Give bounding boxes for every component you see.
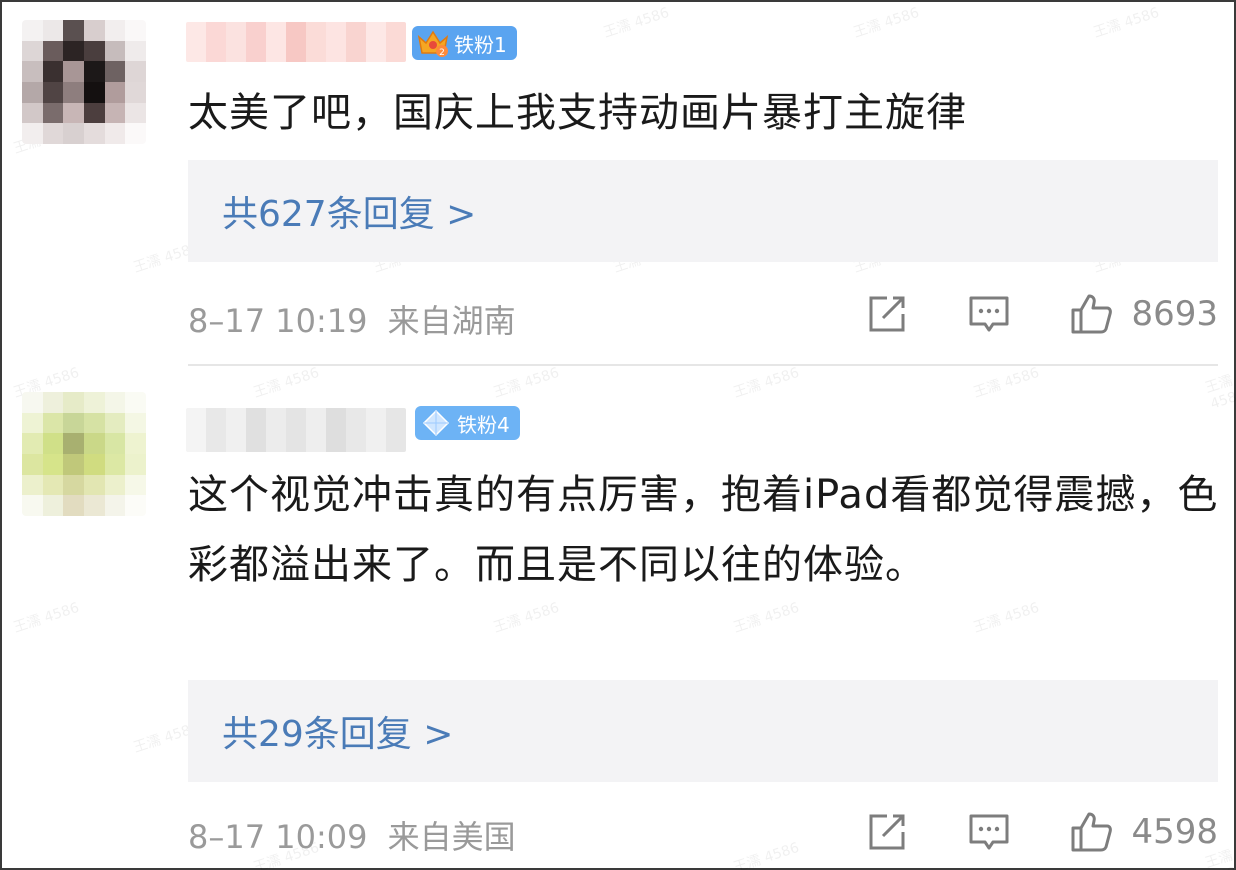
action-bar: 8693 bbox=[865, 292, 1218, 336]
comment-location: 来自湖南 bbox=[387, 302, 516, 340]
replies-link[interactable]: 共29条回复 > bbox=[188, 680, 1218, 782]
comment-text: 太美了吧，国庆上我支持动画片暴打主旋律 bbox=[188, 90, 967, 136]
action-bar: 4598 bbox=[865, 810, 1218, 854]
thumbs-up-icon[interactable] bbox=[1069, 292, 1113, 336]
comment-icon[interactable] bbox=[967, 810, 1011, 854]
svg-text:2: 2 bbox=[439, 48, 445, 58]
comment-time: 8–17 10:09 bbox=[188, 818, 368, 856]
diamond-icon bbox=[419, 408, 453, 438]
comment-time: 8–17 10:19 bbox=[188, 302, 368, 340]
fan-badge[interactable]: 2 铁粉1 bbox=[412, 26, 517, 60]
comment-item: 2 铁粉1 太美了吧，国庆上我支持动画片暴打主旋律 共627条回复 > 8–17… bbox=[2, 2, 1236, 366]
comment-text: 这个视觉冲击真的有点厉害，抱着iPad看都觉得震撼，色彩都溢出来了。而且是不同以… bbox=[188, 472, 1219, 588]
like-count: 8693 bbox=[1131, 294, 1218, 334]
comment-meta: 8–17 10:19 来自湖南 bbox=[188, 296, 516, 342]
username-pixelated[interactable] bbox=[186, 408, 406, 452]
fan-badge[interactable]: 铁粉4 bbox=[415, 406, 520, 440]
comment-location: 来自美国 bbox=[387, 818, 516, 856]
crown-icon: 2 bbox=[416, 28, 450, 58]
thumbs-up-icon[interactable] bbox=[1069, 810, 1113, 854]
avatar[interactable] bbox=[22, 392, 146, 516]
comment-icon[interactable] bbox=[967, 292, 1011, 336]
share-icon[interactable] bbox=[865, 810, 909, 854]
username-pixelated[interactable] bbox=[186, 22, 406, 62]
badge-label: 铁粉4 bbox=[457, 412, 510, 437]
share-icon[interactable] bbox=[865, 292, 909, 336]
comment-item: 铁粉4 这个视觉冲击真的有点厉害，抱着iPad看都觉得震撼，色彩都溢出来了。而且… bbox=[2, 366, 1236, 870]
comment-meta: 8–17 10:09 来自美国 bbox=[188, 812, 516, 858]
like-count: 4598 bbox=[1131, 812, 1218, 852]
avatar[interactable] bbox=[22, 20, 146, 144]
replies-link[interactable]: 共627条回复 > bbox=[188, 160, 1218, 262]
badge-label: 铁粉1 bbox=[454, 32, 507, 57]
